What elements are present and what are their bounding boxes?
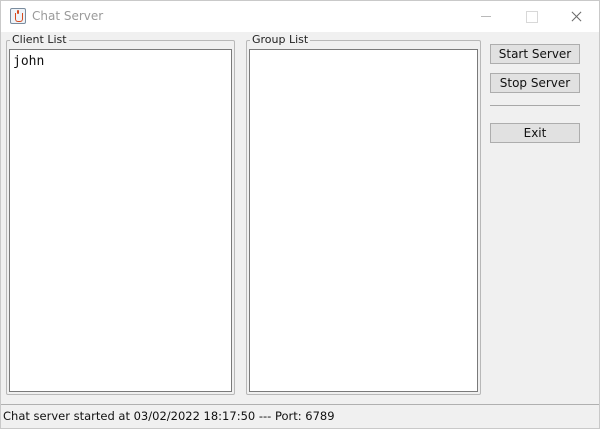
stop-server-button[interactable]: Stop Server — [490, 73, 580, 93]
title-bar[interactable]: Chat Server — [1, 1, 599, 32]
button-separator — [490, 105, 580, 106]
status-text: Chat server started at 03/02/2022 18:17:… — [3, 409, 335, 423]
chat-server-window: Chat Server Client List john Group List … — [0, 0, 600, 429]
close-icon[interactable] — [553, 1, 599, 32]
maximize-icon[interactable] — [509, 1, 555, 32]
exit-button[interactable]: Exit — [490, 123, 580, 143]
client-list-label: Client List — [10, 33, 69, 46]
client-list[interactable]: john — [9, 49, 232, 392]
java-cup-icon — [10, 8, 26, 24]
group-list-group: Group List — [246, 33, 481, 395]
group-list[interactable] — [249, 49, 478, 392]
start-server-button[interactable]: Start Server — [490, 44, 580, 64]
status-bar: Chat server started at 03/02/2022 18:17:… — [1, 404, 599, 428]
client-list-item[interactable]: john — [13, 54, 228, 70]
window-title: Chat Server — [32, 9, 104, 23]
client-list-group: Client List john — [6, 33, 235, 395]
group-list-label: Group List — [250, 33, 311, 46]
minimize-icon[interactable] — [463, 1, 509, 32]
